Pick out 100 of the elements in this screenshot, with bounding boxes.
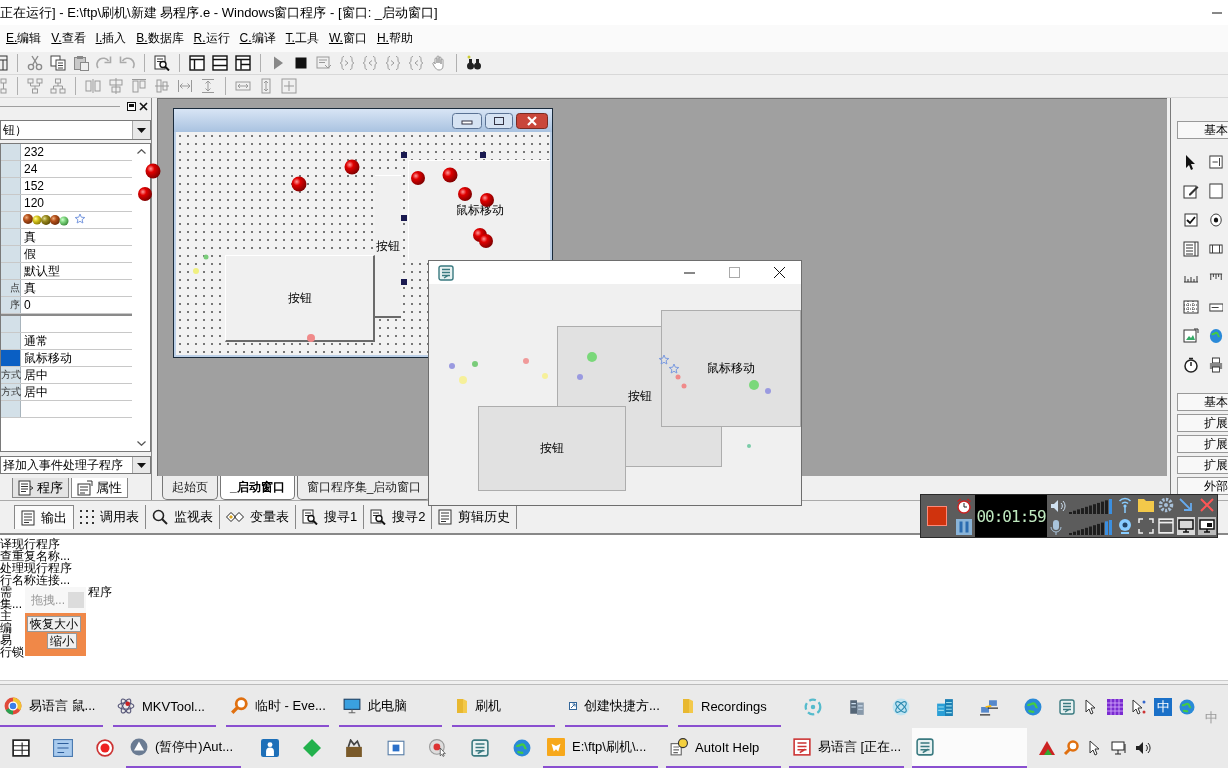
property-value[interactable]: 默认型 — [21, 263, 132, 279]
property-name-cell[interactable] — [1, 350, 21, 366]
alarm-clock-icon[interactable] — [956, 497, 972, 514]
hierarchy-icon[interactable] — [0, 78, 8, 94]
panel-tab[interactable]: 属性 — [71, 478, 128, 498]
building-icon[interactable] — [936, 698, 954, 716]
selection-handle[interactable] — [401, 279, 407, 285]
microphone-icon[interactable] — [1050, 518, 1062, 535]
diamond-icon[interactable] — [303, 739, 321, 757]
person-tile-icon[interactable] — [261, 739, 279, 757]
record-cursor-icon[interactable] — [429, 739, 447, 757]
output-tab[interactable]: 变量表 — [220, 505, 296, 529]
globe-icon[interactable] — [1209, 327, 1223, 344]
output-tab[interactable]: 监视表 — [146, 505, 220, 529]
taskbar-button[interactable]: Recordings — [678, 687, 781, 727]
spacing-icon[interactable] — [200, 78, 216, 94]
redo-icon[interactable] — [96, 55, 112, 71]
clipboard-icon[interactable] — [73, 55, 89, 71]
property-value[interactable]: 152 — [21, 178, 132, 194]
menu-item[interactable]: T.工具 — [280, 28, 324, 49]
cursor-icon[interactable] — [1132, 699, 1146, 715]
align-icon[interactable] — [154, 78, 170, 94]
selection-handle[interactable] — [401, 152, 407, 158]
stopwatch-icon[interactable] — [1183, 356, 1199, 373]
menu-item[interactable]: V.查看 — [46, 28, 91, 49]
selection-handle[interactable] — [401, 215, 407, 221]
property-value[interactable]: 0 — [21, 297, 132, 313]
broadcast-icon[interactable] — [1117, 497, 1134, 513]
menu-item[interactable]: E.编辑 — [1, 28, 47, 49]
minimize-icon[interactable] — [452, 112, 482, 129]
taskbar-button[interactable]: 临时 - Eve... — [226, 687, 329, 727]
taskbar-button[interactable] — [912, 728, 1027, 768]
property-name[interactable]: 方式 — [1, 384, 21, 400]
taskbar-button[interactable]: (暂停中)Aut... — [126, 728, 241, 768]
object-combo[interactable]: 钮） — [0, 120, 151, 140]
layout-icon[interactable] — [235, 55, 251, 71]
peak-icon[interactable] — [1039, 741, 1055, 755]
swirl-icon[interactable] — [804, 698, 822, 716]
chevron-up-icon[interactable] — [136, 149, 146, 154]
property-value[interactable]: 鼠标移动 — [21, 350, 132, 366]
toolbox-section[interactable]: 扩展 — [1177, 456, 1228, 474]
toolbox-section[interactable]: 外部 — [1177, 477, 1228, 495]
taskbar-button[interactable]: MKVTool... — [113, 687, 216, 727]
toolbox-section[interactable]: 扩展 — [1177, 414, 1228, 432]
property-value[interactable]: 真 — [21, 280, 132, 296]
braces-icon[interactable] — [339, 55, 355, 71]
sheet-icon[interactable] — [12, 739, 30, 757]
find-icon[interactable] — [154, 55, 170, 71]
globe-icon[interactable] — [1179, 699, 1195, 715]
resize-icon[interactable] — [258, 78, 274, 94]
picture-icon[interactable] — [1183, 327, 1199, 344]
network-icon[interactable] — [980, 698, 998, 716]
property-name-cell[interactable] — [1, 161, 21, 177]
logo-icon[interactable] — [1059, 699, 1075, 715]
monitor-icon[interactable] — [1197, 517, 1216, 535]
window-button[interactable]: 鼠标移动 — [661, 310, 801, 427]
label-tool-icon[interactable] — [1209, 153, 1223, 170]
braces-icon[interactable] — [385, 55, 401, 71]
property-name-cell[interactable] — [1, 263, 21, 279]
globe-icon[interactable] — [513, 739, 531, 757]
toolbox-icon[interactable] — [345, 739, 363, 757]
property-name[interactable]: 方式 — [1, 367, 21, 383]
taskbar-button[interactable]: 易语言 [正在... — [789, 728, 904, 768]
property-name-cell[interactable] — [1, 246, 21, 262]
fullscreen-icon[interactable] — [1137, 518, 1154, 534]
checkbox-icon[interactable] — [1183, 211, 1199, 228]
property-name-cell[interactable] — [1, 195, 21, 211]
list-icon[interactable] — [1183, 240, 1199, 257]
window-icon[interactable] — [387, 739, 405, 757]
menu-item[interactable]: W.窗口 — [323, 28, 372, 49]
output-tab[interactable]: 搜寻1 — [296, 505, 365, 529]
hierarchy-icon[interactable] — [27, 78, 43, 94]
align-icon[interactable] — [85, 78, 101, 94]
resize-icon[interactable] — [281, 78, 297, 94]
hierarchy-icon[interactable] — [50, 78, 66, 94]
record-icon[interactable] — [96, 739, 114, 757]
layout-icon[interactable] — [189, 55, 205, 71]
toolbox-header[interactable]: 基本 — [1177, 121, 1228, 139]
printer-icon[interactable] — [1209, 356, 1223, 373]
monitor-icon[interactable] — [1177, 517, 1196, 535]
property-name[interactable]: 序 — [1, 297, 21, 313]
property-name-cell[interactable] — [1, 144, 21, 160]
property-value[interactable]: 232 — [21, 144, 132, 160]
radio-icon[interactable] — [1209, 211, 1223, 228]
property-name-cell[interactable] — [1, 229, 21, 245]
output-tab[interactable]: 调用表 — [74, 505, 146, 529]
hand-icon[interactable] — [431, 55, 447, 71]
output-tab[interactable]: 输出 — [14, 505, 74, 529]
form-button[interactable]: 按钮 — [375, 175, 401, 318]
property-value[interactable]: 居中 — [21, 367, 132, 383]
pointer-icon[interactable] — [1185, 153, 1197, 170]
binoculars-icon[interactable] — [466, 55, 482, 71]
grid-icon[interactable] — [1107, 699, 1123, 715]
form-button[interactable]: 按钮 — [225, 255, 375, 342]
toolbox-section[interactable]: 基本 — [1177, 393, 1228, 411]
frame-icon[interactable] — [1209, 182, 1223, 199]
pause-icon[interactable] — [956, 518, 972, 535]
minimize-icon[interactable] — [1212, 11, 1222, 14]
panel-icon[interactable] — [0, 55, 8, 71]
settings-icon[interactable] — [1158, 497, 1174, 513]
